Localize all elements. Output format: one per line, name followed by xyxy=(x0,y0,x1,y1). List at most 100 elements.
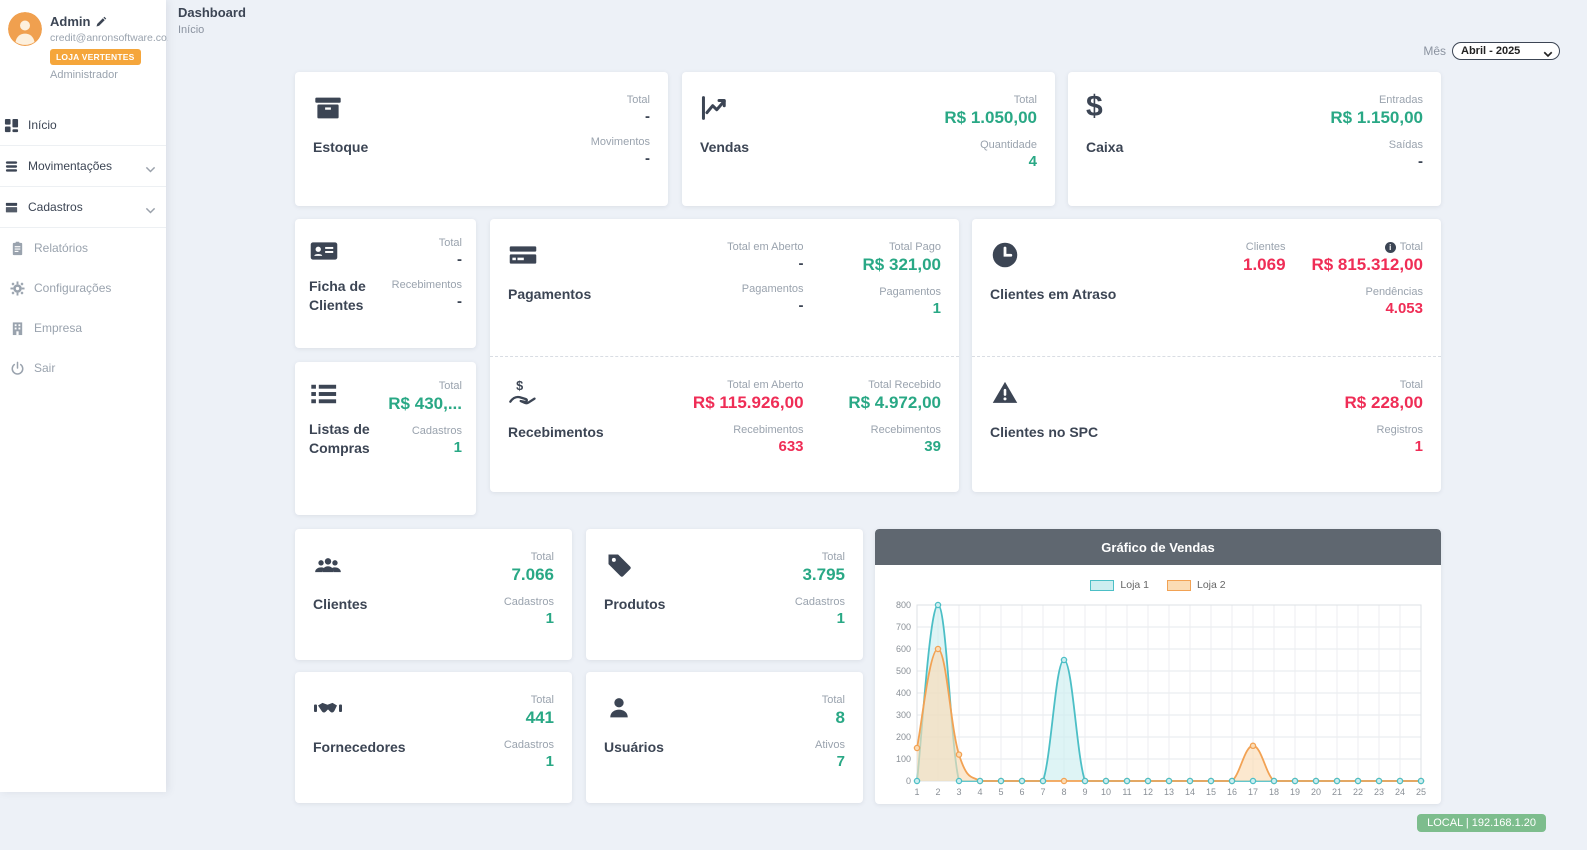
svg-text:1: 1 xyxy=(914,787,919,797)
edit-profile-icon[interactable] xyxy=(95,16,107,28)
sidebar-item-label: Empresa xyxy=(34,321,82,335)
sidebar-menu: Início Movimentações Cadastros xyxy=(0,105,166,388)
svg-text:5: 5 xyxy=(998,787,1003,797)
svg-text:21: 21 xyxy=(1332,787,1342,797)
card-vendas: Vendas Total R$ 1.050,00 Quantidade 4 xyxy=(682,72,1055,206)
card-title: Usuários xyxy=(604,738,664,757)
stat: Total 441 xyxy=(504,694,554,728)
svg-text:15: 15 xyxy=(1206,787,1216,797)
svg-text:23: 23 xyxy=(1374,787,1384,797)
sidebar-item-label: Cadastros xyxy=(28,200,83,214)
stat-column: Total Pago R$ 321,00 Pagamentos 1 xyxy=(804,241,941,334)
handshake-icon xyxy=(313,694,343,722)
sidebar-item-label: Sair xyxy=(34,361,55,375)
sidebar-item-sair[interactable]: Sair xyxy=(0,348,166,388)
card-title: Estoque xyxy=(313,138,368,157)
sidebar-item-label: Movimentações xyxy=(28,159,112,173)
sidebar-item-cadastros[interactable]: Cadastros xyxy=(0,187,166,227)
stat-column xyxy=(1148,379,1285,471)
stat: Quantidade 4 xyxy=(944,139,1037,170)
avatar xyxy=(8,12,42,46)
legend-loja2[interactable]: Loja 2 xyxy=(1167,579,1226,591)
sidebar-item-relatorios[interactable]: Relatórios xyxy=(0,228,166,268)
users-icon xyxy=(313,551,343,579)
card-produtos: Produtos Total 3.795 Cadastros 1 xyxy=(586,529,863,660)
profile-email: credit@anronsoftware.co... xyxy=(50,32,168,44)
svg-text:13: 13 xyxy=(1164,787,1174,797)
stat-column: Total Recebido R$ 4.972,00 Recebimentos … xyxy=(804,379,941,471)
legend-swatch-loja2 xyxy=(1167,580,1191,591)
svg-text:24: 24 xyxy=(1395,787,1405,797)
svg-text:2: 2 xyxy=(935,787,940,797)
stat-column: Total em Aberto - Pagamentos - xyxy=(666,241,803,334)
card-title: Produtos xyxy=(604,595,665,614)
svg-text:17: 17 xyxy=(1248,787,1258,797)
chart-line-icon xyxy=(700,94,730,122)
stat: Ativos 7 xyxy=(815,739,845,770)
recebimentos-row: $ Recebimentos Total em Aberto R$ 115.92… xyxy=(490,356,959,493)
stat: Recebimentos 633 xyxy=(666,424,803,455)
stat: Total 8 xyxy=(815,694,845,728)
stat: Saídas - xyxy=(1330,139,1423,170)
card-ficha-clientes: Ficha de Clientes Total - Recebimentos - xyxy=(295,219,476,348)
card-clientes: Clientes Total 7.066 Cadastros 1 xyxy=(295,529,572,660)
svg-text:22: 22 xyxy=(1353,787,1363,797)
warning-icon xyxy=(990,379,1020,407)
card-title: Clientes no SPC xyxy=(990,423,1148,442)
card-pagamentos-recebimentos: Pagamentos Total em Aberto - Pagamentos … xyxy=(490,219,959,492)
stat: Total 3.795 xyxy=(795,551,845,585)
card-title: Ficha de Clientes xyxy=(309,277,381,315)
svg-text:600: 600 xyxy=(896,644,911,654)
stat: Entradas R$ 1.150,00 xyxy=(1330,94,1423,128)
dollar-icon: $ xyxy=(1086,94,1116,122)
card-caixa: $ Caixa Entradas R$ 1.150,00 Saídas - xyxy=(1068,72,1441,206)
svg-text:7: 7 xyxy=(1040,787,1045,797)
card-title: Fornecedores xyxy=(313,738,406,757)
stat: Recebimentos - xyxy=(392,279,462,310)
sales-chart-card: Gráfico de Vendas Loja 1 Loja 2 01002003… xyxy=(875,529,1441,804)
tag-icon xyxy=(604,551,634,579)
stat: Total R$ 1.050,00 xyxy=(944,94,1037,128)
stat: Total em Aberto R$ 115.926,00 xyxy=(666,379,803,413)
svg-text:18: 18 xyxy=(1269,787,1279,797)
clientes-spc-row: Clientes no SPC Total R$ 228,00 Registro… xyxy=(972,356,1441,493)
card-listas-compras: Listas de Compras Total R$ 430,... Cadas… xyxy=(295,362,476,515)
stat: Total 7.066 xyxy=(504,551,554,585)
sidebar-item-inicio[interactable]: Início xyxy=(0,105,166,145)
stat: Movimentos - xyxy=(591,136,650,167)
chevron-down-icon xyxy=(145,203,156,211)
credit-card-icon xyxy=(508,241,538,269)
month-select[interactable]: Abril - 2025 xyxy=(1452,42,1560,60)
user-icon xyxy=(604,694,634,722)
card-estoque: Estoque Total - Movimentos - xyxy=(295,72,668,206)
info-icon[interactable]: i xyxy=(1385,242,1396,253)
card-title: Clientes xyxy=(313,595,367,614)
svg-text:9: 9 xyxy=(1082,787,1087,797)
stat: Cadastros 1 xyxy=(504,739,554,770)
svg-text:700: 700 xyxy=(896,622,911,632)
clipboard-icon xyxy=(10,241,25,256)
sidebar-item-configuracoes[interactable]: Configurações xyxy=(0,268,166,308)
profile-role: Administrador xyxy=(50,69,168,81)
chart-legend: Loja 1 Loja 2 xyxy=(883,575,1433,595)
stat: Cadastros 1 xyxy=(504,596,554,627)
grid-icon xyxy=(4,118,19,133)
card-title: Listas de Compras xyxy=(309,420,371,458)
stat: Clientes 1.069 xyxy=(1148,241,1285,275)
card-title: Vendas xyxy=(700,138,749,157)
stat: Total - xyxy=(591,94,650,125)
building-icon xyxy=(10,321,25,336)
sidebar-item-movimentacoes[interactable]: Movimentações xyxy=(0,146,166,186)
sidebar-item-label: Início xyxy=(28,118,57,132)
stat-column: Total R$ 228,00 Registros 1 xyxy=(1286,379,1423,471)
stat: Cadastros 1 xyxy=(388,425,462,456)
svg-text:4: 4 xyxy=(977,787,982,797)
card-title: Caixa xyxy=(1086,138,1123,157)
sidebar-item-empresa[interactable]: Empresa xyxy=(0,308,166,348)
svg-text:10: 10 xyxy=(1101,787,1111,797)
gear-icon xyxy=(10,281,25,296)
stat: Pagamentos - xyxy=(666,283,803,314)
breadcrumb: Início xyxy=(178,24,246,36)
sidebar-item-label: Configurações xyxy=(34,281,111,295)
legend-loja1[interactable]: Loja 1 xyxy=(1090,579,1149,591)
